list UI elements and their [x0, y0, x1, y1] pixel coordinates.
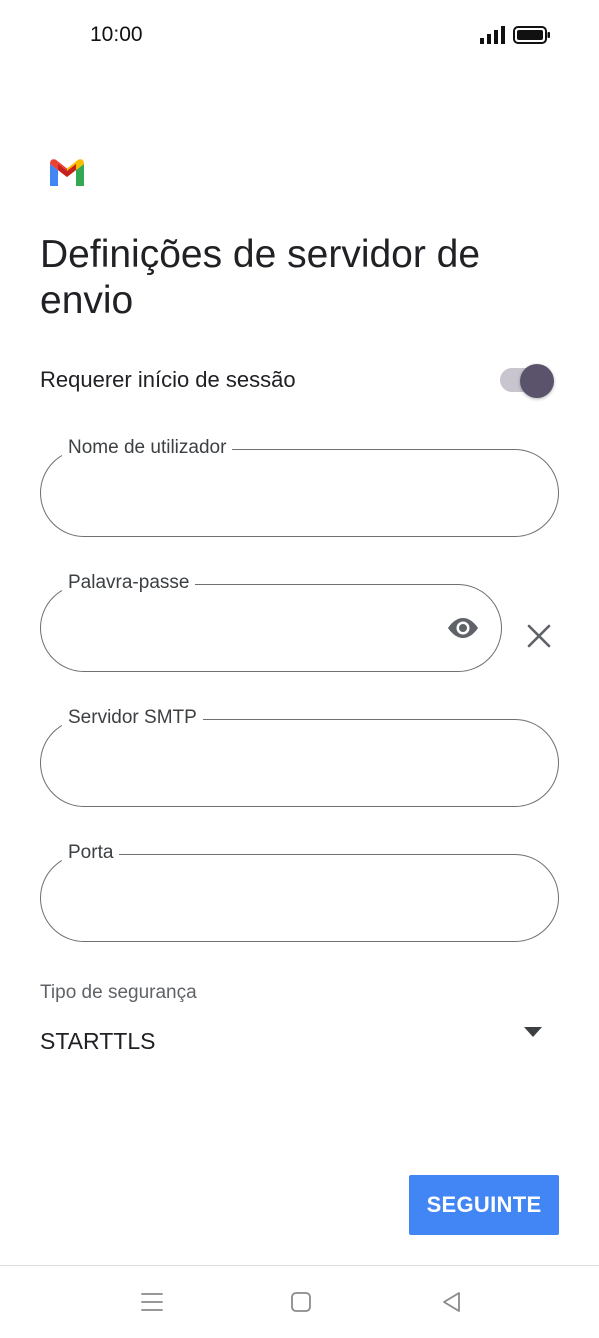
gmail-logo [50, 159, 84, 186]
security-type-value: STARTTLS [40, 1028, 156, 1054]
battery-icon [513, 26, 550, 44]
port-label: Porta [62, 838, 120, 868]
require-signin-toggle[interactable] [500, 364, 554, 398]
password-field[interactable]: Palavra-passe [40, 568, 502, 672]
security-type-label: Tipo de segurança [40, 982, 197, 1003]
password-label: Palavra-passe [62, 568, 196, 598]
toggle-thumb [520, 364, 554, 398]
eye-icon[interactable] [445, 614, 481, 642]
smtp-server-input[interactable] [67, 744, 485, 784]
next-button[interactable]: SEGUINTE [409, 1175, 559, 1235]
signal-icon [480, 26, 505, 44]
page-title: Definições de servidor de envio [40, 233, 481, 322]
menu-icon[interactable] [140, 1291, 164, 1313]
password-input[interactable] [67, 609, 393, 649]
port-field[interactable]: Porta [40, 838, 559, 942]
back-icon[interactable] [440, 1290, 462, 1314]
require-signin-label: Requerer início de sessão [40, 367, 296, 392]
dropdown-icon [524, 1027, 542, 1037]
username-label: Nome de utilizador [62, 433, 233, 463]
security-type-select[interactable]: STARTTLS [40, 1020, 560, 1066]
smtp-server-label: Servidor SMTP [62, 703, 203, 733]
username-field[interactable]: Nome de utilizador [40, 433, 559, 537]
status-time: 10:00 [90, 23, 143, 46]
home-icon[interactable] [290, 1291, 312, 1313]
nav-bar [0, 1266, 599, 1338]
username-input[interactable] [67, 474, 485, 514]
close-icon[interactable] [525, 622, 553, 650]
smtp-server-field[interactable]: Servidor SMTP [40, 703, 559, 807]
status-bar: 10:00 [0, 0, 599, 70]
port-input[interactable] [67, 879, 485, 919]
